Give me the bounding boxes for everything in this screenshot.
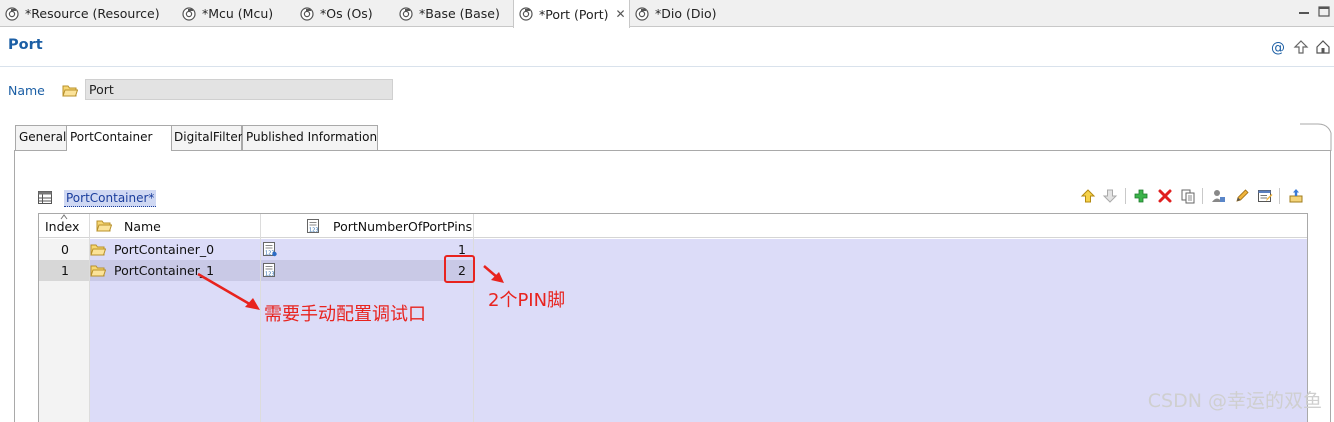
editor-tab-label: *Resource (Resource) <box>25 6 160 21</box>
table-title: PortContainer* <box>64 190 157 207</box>
editor-tab-mcu[interactable]: *Mcu (Mcu) <box>177 0 287 27</box>
name-field[interactable]: Port <box>85 79 393 100</box>
table-edit-icon[interactable] <box>1256 187 1274 205</box>
svg-text:123: 123 <box>309 228 319 234</box>
module-icon <box>5 6 19 21</box>
name-value: PortContainer_0 <box>114 242 215 257</box>
empty-row <box>39 323 1307 344</box>
empty-row <box>39 407 1307 422</box>
module-icon <box>399 6 413 21</box>
table-row[interactable]: 0 PortContainer_0 123 1 <box>39 239 1307 260</box>
toolbar-separator <box>1279 188 1280 204</box>
edit-icon[interactable] <box>1233 187 1251 205</box>
editor-tab-base[interactable]: *Base (Base) <box>394 0 512 27</box>
highlight-box <box>444 255 475 283</box>
page-title: Port <box>8 37 43 53</box>
column-separator <box>260 214 261 422</box>
user-config-icon[interactable] <box>1209 187 1227 205</box>
editor-tab-resource[interactable]: *Resource (Resource) <box>0 0 170 27</box>
empty-row <box>39 344 1307 365</box>
editor-tab-dio[interactable]: *Dio (Dio) <box>630 0 730 27</box>
toolbar-separator <box>1125 188 1126 204</box>
maximize-icon[interactable] <box>1316 4 1332 20</box>
module-icon <box>182 6 196 21</box>
pin-count-note: 2个PIN脚 <box>488 290 566 311</box>
empty-row <box>39 365 1307 386</box>
index-value: 1 <box>61 263 69 278</box>
import-icon[interactable] <box>1287 187 1305 205</box>
name-label: Name <box>8 83 45 98</box>
tab-published-information[interactable]: Published Information <box>242 125 378 150</box>
add-icon[interactable] <box>1132 187 1150 205</box>
pins-value[interactable]: 1 <box>261 239 466 260</box>
header-divider <box>0 66 1334 67</box>
toolbar-separator <box>1202 188 1203 204</box>
editor-tab-label: *Dio (Dio) <box>655 6 717 21</box>
delete-icon[interactable] <box>1156 187 1174 205</box>
move-down-icon[interactable] <box>1101 187 1119 205</box>
column-header-name[interactable]: Name <box>96 214 256 238</box>
editor-tab-label: *Base (Base) <box>419 6 500 21</box>
move-up-icon[interactable] <box>1079 187 1097 205</box>
module-icon <box>519 7 533 21</box>
editor-tab-label: *Os (Os) <box>320 6 373 21</box>
home-icon[interactable] <box>1315 39 1331 55</box>
column-separator <box>89 214 90 422</box>
column-header-port-number-of-port-pins[interactable]: 123 PortNumberOfPortPins <box>307 214 477 238</box>
arrow-up-icon[interactable] <box>1293 39 1309 55</box>
table-icon <box>38 191 52 204</box>
watermark: CSDN @幸运的双鱼 <box>1147 390 1322 412</box>
numeric-field-icon: 123 <box>307 219 319 233</box>
folder-icon <box>62 84 79 98</box>
folder-icon <box>90 265 106 276</box>
port-container-table: Index Name 123 PortNumberOfPortPins 0 Po… <box>38 213 1308 422</box>
tab-digitalfilter[interactable]: DigitalFilter <box>170 125 243 150</box>
table-header: Index Name 123 PortNumberOfPortPins <box>39 214 1307 238</box>
column-separator <box>473 214 474 422</box>
annotation-arrow <box>197 272 260 310</box>
tab-portcontainer[interactable]: PortContainer <box>66 125 172 151</box>
editor-tab-port[interactable]: *Port (Port) ✕ <box>513 0 630 28</box>
annotation-arrow <box>483 265 504 283</box>
sort-asc-icon <box>60 214 68 220</box>
module-icon <box>635 6 649 21</box>
minimize-icon[interactable] <box>1296 4 1312 20</box>
folder-icon <box>96 220 112 232</box>
copy-icon[interactable] <box>1179 187 1197 205</box>
module-icon <box>300 6 314 21</box>
tab-strip-curve <box>1300 123 1332 151</box>
folder-icon <box>90 244 106 255</box>
editor-tab-os[interactable]: *Os (Os) <box>295 0 390 27</box>
name-cell[interactable]: PortContainer_0 <box>90 239 214 260</box>
index-value: 0 <box>61 242 69 257</box>
editor-tab-label: *Port (Port) <box>539 6 609 22</box>
svg-text:@: @ <box>1271 40 1285 55</box>
tab-general[interactable]: General <box>15 125 67 150</box>
close-icon[interactable]: ✕ <box>616 8 626 20</box>
editor-tab-label: *Mcu (Mcu) <box>202 6 274 21</box>
pins-value[interactable]: 2 <box>261 260 466 281</box>
manual-config-note: 需要手动配置调试口 <box>264 304 426 325</box>
empty-row <box>39 386 1307 407</box>
at-icon[interactable]: @ <box>1270 39 1286 56</box>
editor-tab-bar: *Resource (Resource) *Mcu (Mcu) *Os (Os)… <box>0 0 1334 28</box>
